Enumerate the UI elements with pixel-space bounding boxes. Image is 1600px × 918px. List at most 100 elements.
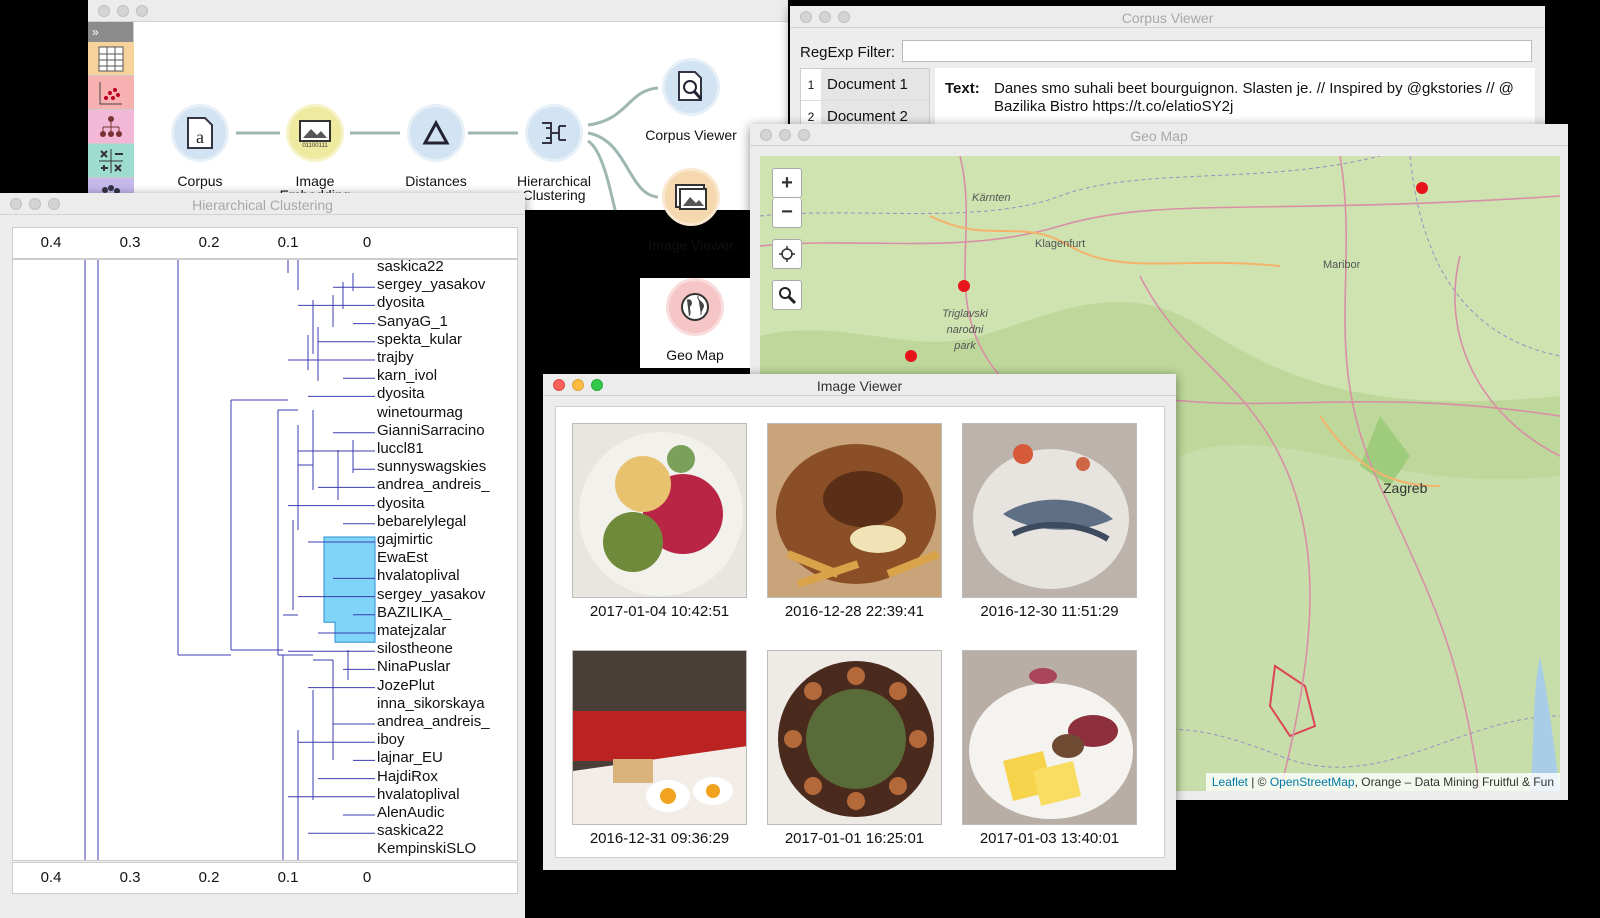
locate-icon[interactable] bbox=[772, 239, 802, 269]
fries-meat-photo[interactable] bbox=[767, 423, 942, 598]
dendrogram-leaf-label[interactable]: gajmirtic bbox=[377, 531, 433, 549]
list-item[interactable]: 1 Document 1 bbox=[801, 69, 929, 101]
image-viewer-window: Image Viewer 2017-01-04 10:42:51 2016-12… bbox=[543, 374, 1176, 870]
window-title: Image Viewer bbox=[816, 378, 903, 394]
geo-map-title-bar: Geo Map bbox=[750, 124, 1568, 146]
hierarchical-clustering-node[interactable]: Hierarchical Clustering bbox=[499, 104, 609, 202]
axis-tick: 0.4 bbox=[40, 869, 62, 886]
image-embedding-widget-icon: 01100111 bbox=[286, 104, 344, 162]
svg-text:a: a bbox=[196, 127, 204, 147]
zoom-to-fit-icon[interactable] bbox=[772, 280, 802, 310]
corpus-viewer-title-bar: Corpus Viewer bbox=[790, 6, 1545, 28]
axis-tick: 0.2 bbox=[198, 869, 220, 886]
hierarchical-clustering-window: Hierarchical Clustering 0.4 0.3 0.2 0.1 … bbox=[0, 193, 525, 918]
axis-tick: 0.3 bbox=[119, 234, 141, 251]
dendrogram-leaf-label[interactable]: saskica22 bbox=[377, 822, 444, 840]
dendrogram-leaf-label[interactable]: winetourmag bbox=[377, 404, 463, 422]
image-timestamp: 2017-01-01 16:25:01 bbox=[784, 830, 925, 847]
dendrogram-leaf-label[interactable]: silostheone bbox=[377, 640, 453, 658]
dendrogram-tree bbox=[84, 260, 376, 860]
location-marker[interactable] bbox=[905, 350, 917, 362]
openstreetmap-link[interactable]: OpenStreetMap bbox=[1270, 775, 1355, 789]
salad-plate-photo[interactable] bbox=[572, 423, 747, 598]
top-axis: 0.4 0.3 0.2 0.1 0 bbox=[12, 227, 518, 259]
svg-text:01100111: 01100111 bbox=[302, 143, 328, 148]
regexp-filter-input[interactable] bbox=[902, 40, 1532, 62]
corpus-node[interactable]: a Corpus bbox=[145, 104, 255, 188]
image-viewer-widget-icon bbox=[662, 168, 720, 226]
dendrogram-leaf-label[interactable]: matejzalar bbox=[377, 622, 446, 640]
cheese-ham-photo[interactable] bbox=[962, 650, 1137, 825]
dendrogram-leaf-label[interactable]: saskica22 bbox=[377, 260, 444, 276]
dessert-balls-photo[interactable] bbox=[767, 650, 942, 825]
image-timestamp: 2017-01-04 10:42:51 bbox=[589, 603, 730, 620]
globe-icon bbox=[666, 278, 724, 336]
dendrogram-leaf-label[interactable]: GianniSarracino bbox=[377, 422, 485, 440]
axis-tick: 0.1 bbox=[277, 234, 299, 251]
magnifier-document-icon bbox=[662, 58, 720, 116]
text-field-label: Text: bbox=[945, 80, 980, 97]
map-attribution: Leaflet | © OpenStreetMap, Orange – Data… bbox=[1205, 773, 1560, 791]
fish-dish-photo[interactable] bbox=[962, 423, 1137, 598]
window-title: Corpus Viewer bbox=[1121, 10, 1214, 26]
corpus-viewer-node[interactable]: Corpus Viewer bbox=[636, 58, 746, 142]
dendrogram-leaf-label[interactable]: dyosita bbox=[377, 385, 425, 403]
dendrogram-leaf-label[interactable]: bebarelylegal bbox=[377, 513, 466, 531]
dendrogram-leaf-label[interactable]: sergey_yasakov bbox=[377, 276, 485, 294]
dendrogram-leaf-label[interactable]: dyosita bbox=[377, 294, 425, 312]
dendrogram-leaf-label[interactable]: AlenAudic bbox=[377, 804, 445, 822]
dendrogram-leaf-label[interactable]: hvalatoplival bbox=[377, 567, 460, 585]
dendrogram-leaf-label[interactable]: karn_ivol bbox=[377, 367, 437, 385]
dendrogram-leaf-label[interactable]: KempinskiSLO bbox=[377, 840, 476, 858]
geo-map-node[interactable]: Geo Map bbox=[640, 278, 750, 368]
axis-tick: 0 bbox=[362, 234, 372, 251]
distances-node[interactable]: Distances bbox=[381, 104, 491, 188]
dendrogram-leaf-label[interactable]: lajnar_EU bbox=[377, 749, 443, 767]
axis-tick: 0.1 bbox=[277, 869, 299, 886]
zoom-in-button[interactable]: + bbox=[772, 168, 802, 198]
image-viewer-node[interactable]: Image Viewer bbox=[636, 168, 746, 252]
dendrogram-leaf-label[interactable]: spekta_kular bbox=[377, 331, 462, 349]
dendrogram-leaf-label[interactable]: inna_sikorskaya bbox=[377, 695, 485, 713]
leaflet-link[interactable]: Leaflet bbox=[1212, 775, 1248, 789]
dendrogram-leaf-label[interactable]: JozePlut bbox=[377, 677, 435, 695]
selection-highlight[interactable] bbox=[323, 536, 376, 643]
dendrogram-leaf-label[interactable]: hvalatoplival bbox=[377, 786, 460, 804]
place-label: Klagenfurt bbox=[1035, 238, 1086, 250]
zoom-out-button[interactable]: − bbox=[772, 198, 802, 228]
hierarchical-clustering-title-bar: Hierarchical Clustering bbox=[0, 193, 525, 215]
dendrogram-leaf-label[interactable]: HajdiRox bbox=[377, 768, 438, 786]
dendrogram-leaf-label[interactable]: sunnyswagskies bbox=[377, 458, 486, 476]
place-label: Kärnten bbox=[972, 192, 1011, 204]
dendrogram-leaf-label[interactable]: luccl81 bbox=[377, 440, 424, 458]
dendrogram-leaf-label[interactable]: andrea_andreis_ bbox=[377, 476, 490, 494]
location-marker[interactable] bbox=[958, 280, 970, 292]
dendrogram-leaf-label[interactable]: andrea_andreis_ bbox=[377, 713, 490, 731]
dendrogram-leaf-label[interactable]: dyosita bbox=[377, 495, 425, 513]
text-field-value: Danes smo suhali beet bourguignon. Slast… bbox=[994, 80, 1514, 115]
corpus-widget-icon: a bbox=[171, 104, 229, 162]
dendrogram-leaf-label[interactable]: sergey_yasakov bbox=[377, 586, 485, 604]
dendrogram-icon bbox=[525, 104, 583, 162]
image-timestamp: 2016-12-31 09:36:29 bbox=[589, 830, 730, 847]
image-viewer-title-bar: Image Viewer bbox=[543, 374, 1176, 396]
window-title: Geo Map bbox=[1130, 128, 1188, 144]
dendrogram-view[interactable]: saskica22 sergey_yasakov dyosita SanyaG_1 sp… bbox=[12, 259, 518, 861]
bottom-axis: 0.4 0.3 0.2 0.1 0 bbox=[12, 862, 518, 894]
dendrogram-leaf-label[interactable]: EwaEst bbox=[377, 549, 428, 567]
dendrogram-leaf-label[interactable]: NinaPuslar bbox=[377, 658, 450, 676]
axis-tick: 0.4 bbox=[40, 234, 62, 251]
dendrogram-leaf-label[interactable]: trajby bbox=[377, 349, 414, 367]
dendrogram-leaf-label[interactable]: iboy bbox=[377, 731, 405, 749]
place-label: Triglavski narodni park bbox=[942, 308, 988, 352]
breakfast-eggs-photo[interactable] bbox=[572, 650, 747, 825]
image-timestamp: 2017-01-03 13:40:01 bbox=[979, 830, 1120, 847]
axis-tick: 0.2 bbox=[198, 234, 220, 251]
corpus-viewer-window: Corpus Viewer RegExp Filter: 1 Document … bbox=[790, 6, 1545, 136]
axis-tick: 0.3 bbox=[119, 869, 141, 886]
dendrogram-leaf-label[interactable]: SanyaG_1 bbox=[377, 313, 448, 331]
image-embedding-node[interactable]: 01100111 Image Embedding bbox=[260, 104, 370, 202]
dendrogram-leaf-label[interactable]: BAZILIKA_ bbox=[377, 604, 451, 622]
location-marker[interactable] bbox=[1416, 182, 1428, 194]
axis-tick: 0 bbox=[362, 869, 372, 886]
